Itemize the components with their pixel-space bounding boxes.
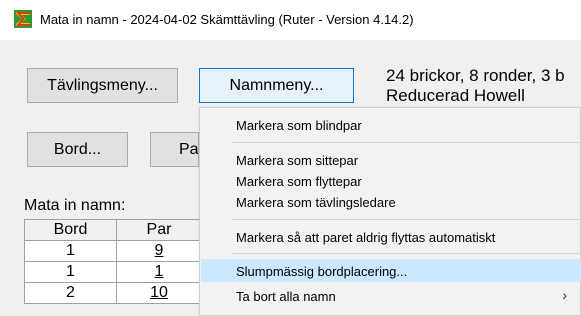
menu-item-label: Markera så att paret aldrig flyttas auto… [236, 230, 496, 245]
menu-item-ta-bort-alla-namn[interactable]: Ta bort alla namn › [201, 284, 581, 307]
par-button[interactable]: Pa [150, 132, 199, 167]
menu-item-label: Markera som blindpar [236, 118, 362, 133]
names-section-label: Mata in namn: [24, 197, 126, 214]
competition-info: 24 brickor, 8 ronder, 3 b [386, 66, 565, 85]
movement-info: Reducerad Howell [386, 86, 525, 105]
menu-separator [231, 219, 580, 220]
menu-item-sittepar[interactable]: Markera som sittepar [201, 148, 581, 171]
menu-item-blindpar[interactable]: Markera som blindpar [201, 113, 581, 136]
par-cell[interactable]: 9 [116, 240, 202, 262]
menu-item-slumpmassig-bordplacering[interactable]: Slumpmässig bordplacering... [201, 259, 581, 282]
menu-item-label: Markera som flyttepar [236, 174, 362, 189]
menu-item-label: Ta bort alla namn [236, 289, 336, 304]
table-row[interactable]: 1 1 [24, 261, 202, 283]
tavlingsmeny-button[interactable]: Tävlingsmeny... [27, 68, 178, 103]
menu-item-flyttepar[interactable]: Markera som flyttepar [201, 169, 581, 192]
menu-item-label: Markera som sittepar [236, 153, 359, 168]
table-row[interactable]: 2 10 [24, 282, 202, 304]
table-row[interactable]: 1 9 [24, 240, 202, 262]
menu-item-tavlingsledare[interactable]: Markera som tävlingsledare [201, 190, 581, 213]
bord-cell[interactable]: 2 [24, 282, 117, 304]
title-bar: Mata in namn - 2024-04-02 Skämttävling (… [0, 0, 581, 41]
column-header-bord: Bord [24, 219, 117, 241]
menu-separator [231, 142, 580, 143]
ruter-app-icon [14, 10, 32, 28]
par-cell[interactable]: 10 [116, 282, 202, 304]
menu-item-label: Slumpmässig bordplacering... [236, 264, 408, 279]
submenu-arrow-icon: › [562, 287, 567, 303]
namnmeny-button[interactable]: Namnmeny... [199, 68, 354, 103]
column-header-par: Par [116, 219, 202, 241]
bord-cell[interactable]: 1 [24, 240, 117, 262]
names-table: Bord Par 1 9 1 1 2 10 [24, 219, 202, 304]
menu-separator [231, 253, 580, 254]
menu-item-label: Markera som tävlingsledare [236, 195, 396, 210]
window-title: Mata in namn - 2024-04-02 Skämttävling (… [40, 12, 414, 27]
bord-cell[interactable]: 1 [24, 261, 117, 283]
par-cell[interactable]: 1 [116, 261, 202, 283]
namnmeny-context-menu: Markera som blindpar Markera som sittepa… [199, 107, 581, 316]
table-header-row: Bord Par [24, 219, 202, 241]
menu-item-aldrig-flyttas[interactable]: Markera så att paret aldrig flyttas auto… [201, 225, 581, 248]
bord-button[interactable]: Bord... [27, 132, 128, 167]
